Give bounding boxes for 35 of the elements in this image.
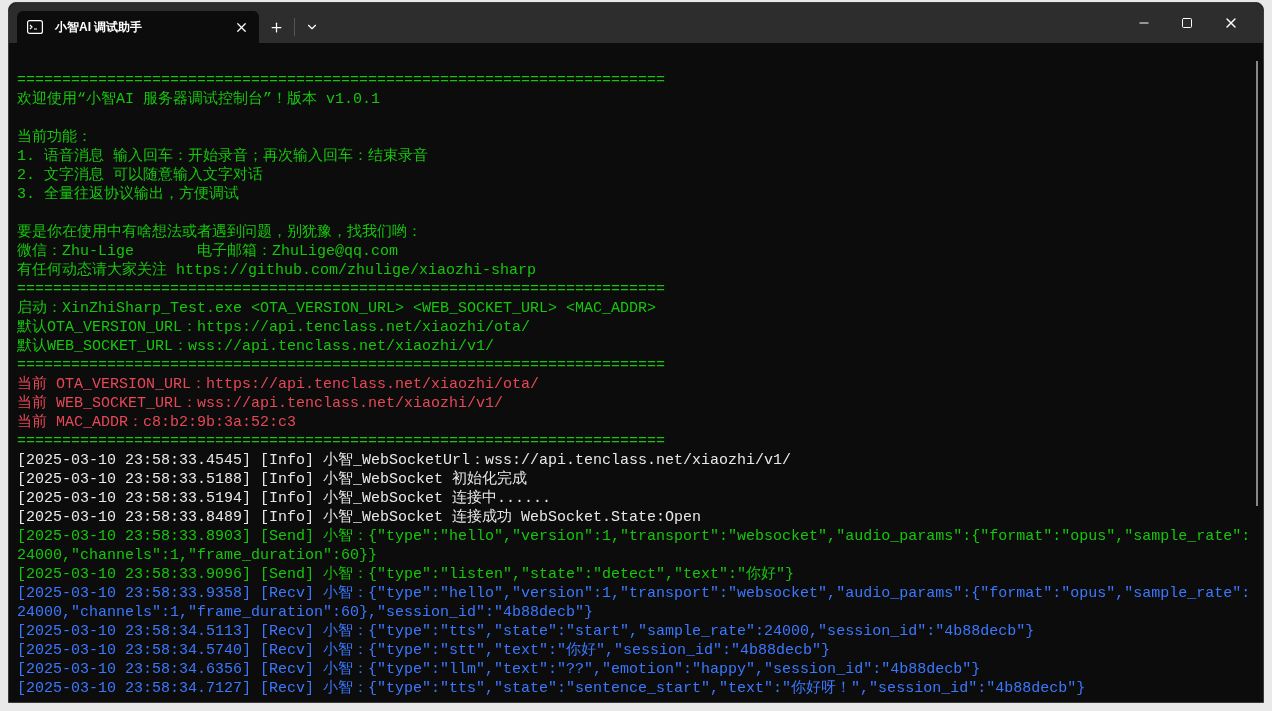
plus-icon[interactable]: [269, 19, 284, 35]
terminal-line: [2025-03-10 23:58:34.6356] [Recv] 小智：{"type":"llm","text":"??","emotion":"happy","session_id":"4b88decb"}: [17, 660, 982, 679]
terminal-line: 当前 WEB_SOCKET_URL：wss://api.tenclass.net/xiaozhi/v1/: [17, 394, 505, 413]
terminal-line: ========================================================================: [17, 356, 667, 375]
terminal-line: 默认WEB_SOCKET_URL：wss://api.tenclass.net/xiaozhi/v1/: [17, 337, 496, 356]
terminal-line: 1. 语音消息 输入回车：开始录音；再次输入回车：结束录音: [17, 147, 429, 166]
terminal-line: 要是你在使用中有啥想法或者遇到问题，别犹豫，找我们哟：: [17, 223, 423, 242]
terminal-line: [2025-03-10 23:58:33.4545] [Info] 小智_WebSocketUrl：wss://api.tenclass.net/xiaozhi/v1/: [17, 451, 793, 470]
terminal-line: [2025-03-10 23:58:34.5113] [Recv] 小智：{"type":"tts","state":"start","sample_rate":24000,"session_id":"4b88decb"}: [17, 622, 1036, 641]
terminal-line: [2025-03-10 23:58:33.5194] [Info] 小智_WebSocket 连接中......: [17, 489, 553, 508]
terminal-line: 当前 MAC_ADDR：c8:b2:9b:3a:52:c3: [17, 413, 298, 432]
terminal-line: 微信：Zhu-Lige 电子邮箱：ZhuLige@qq.com: [17, 242, 400, 261]
terminal-line: ========================================================================: [17, 280, 667, 299]
terminal-line: ========================================================================: [17, 432, 667, 451]
terminal-line: ========================================================================: [17, 71, 667, 90]
terminal-line: 2. 文字消息 可以随意输入文字对话: [17, 166, 264, 185]
terminal-line: [2025-03-10 23:58:33.5188] [Info] 小智_WebSocket 初始化完成: [17, 470, 529, 489]
terminal-line: 当前 OTA_VERSION_URL：https://api.tenclass.net/xiaozhi/ota/: [17, 375, 541, 394]
terminal-line: 欢迎使用“小智AI 服务器调试控制台”！版本 v1.0.1: [17, 90, 382, 109]
terminal-line: [2025-03-10 23:58:33.8903] [Send] 小智：{"type":"hello","version":1,"transport":"websocket","audio_params":{"format":"opus","sample_rate":24000,"channels":1,"frame_duration":60}}: [17, 527, 1252, 565]
terminal-line: 启动：XinZhiSharp_Test.exe <OTA_VERSION_URL> <WEB_SOCKET_URL> <MAC_ADDR>: [17, 299, 658, 318]
terminal-line: 当前功能：: [17, 128, 93, 147]
terminal-tab[interactable]: 小智AI 调试助手: [17, 11, 259, 43]
terminal-line: [2025-03-10 23:58:34.7127] [Recv] 小智：{"type":"tts","state":"sentence_start","text":"你好呀！","session_id":"4b88decb"}: [17, 679, 1087, 698]
scrollbar[interactable]: [1256, 61, 1258, 506]
maximize-icon[interactable]: [1181, 17, 1193, 29]
terminal-line: 3. 全量往返协议输出，方便调试: [17, 185, 240, 204]
terminal-line: [2025-03-10 23:58:33.9096] [Send] 小智：{"type":"listen","state":"detect","text":"你好"}: [17, 565, 796, 584]
tab-title: 小智AI 调试助手: [55, 19, 144, 36]
terminal-line: 有任何动态请大家关注 https://github.com/zhulige/xiaozhi-sharp: [17, 261, 538, 280]
terminal-line: 默认OTA_VERSION_URL：https://api.tenclass.net/xiaozhi/ota/: [17, 318, 532, 337]
terminal-line: [2025-03-10 23:58:34.5740] [Recv] 小智：{"type":"stt","text":"你好","session_id":"4b88decb"}: [17, 641, 832, 660]
terminal-line: [2025-03-10 23:58:33.8489] [Info] 小智_WebSocket 连接成功 WebSocket.State:Open: [17, 508, 703, 527]
terminal-icon: [27, 20, 43, 34]
terminal-line: [2025-03-10 23:58:33.9358] [Recv] 小智：{"type":"hello","version":1,"transport":"websocket","audio_params":{"format":"opus","sample_rate":24000,"channels":1,"frame_duration":60},"session_id":"4b88decb"}: [17, 584, 1252, 622]
